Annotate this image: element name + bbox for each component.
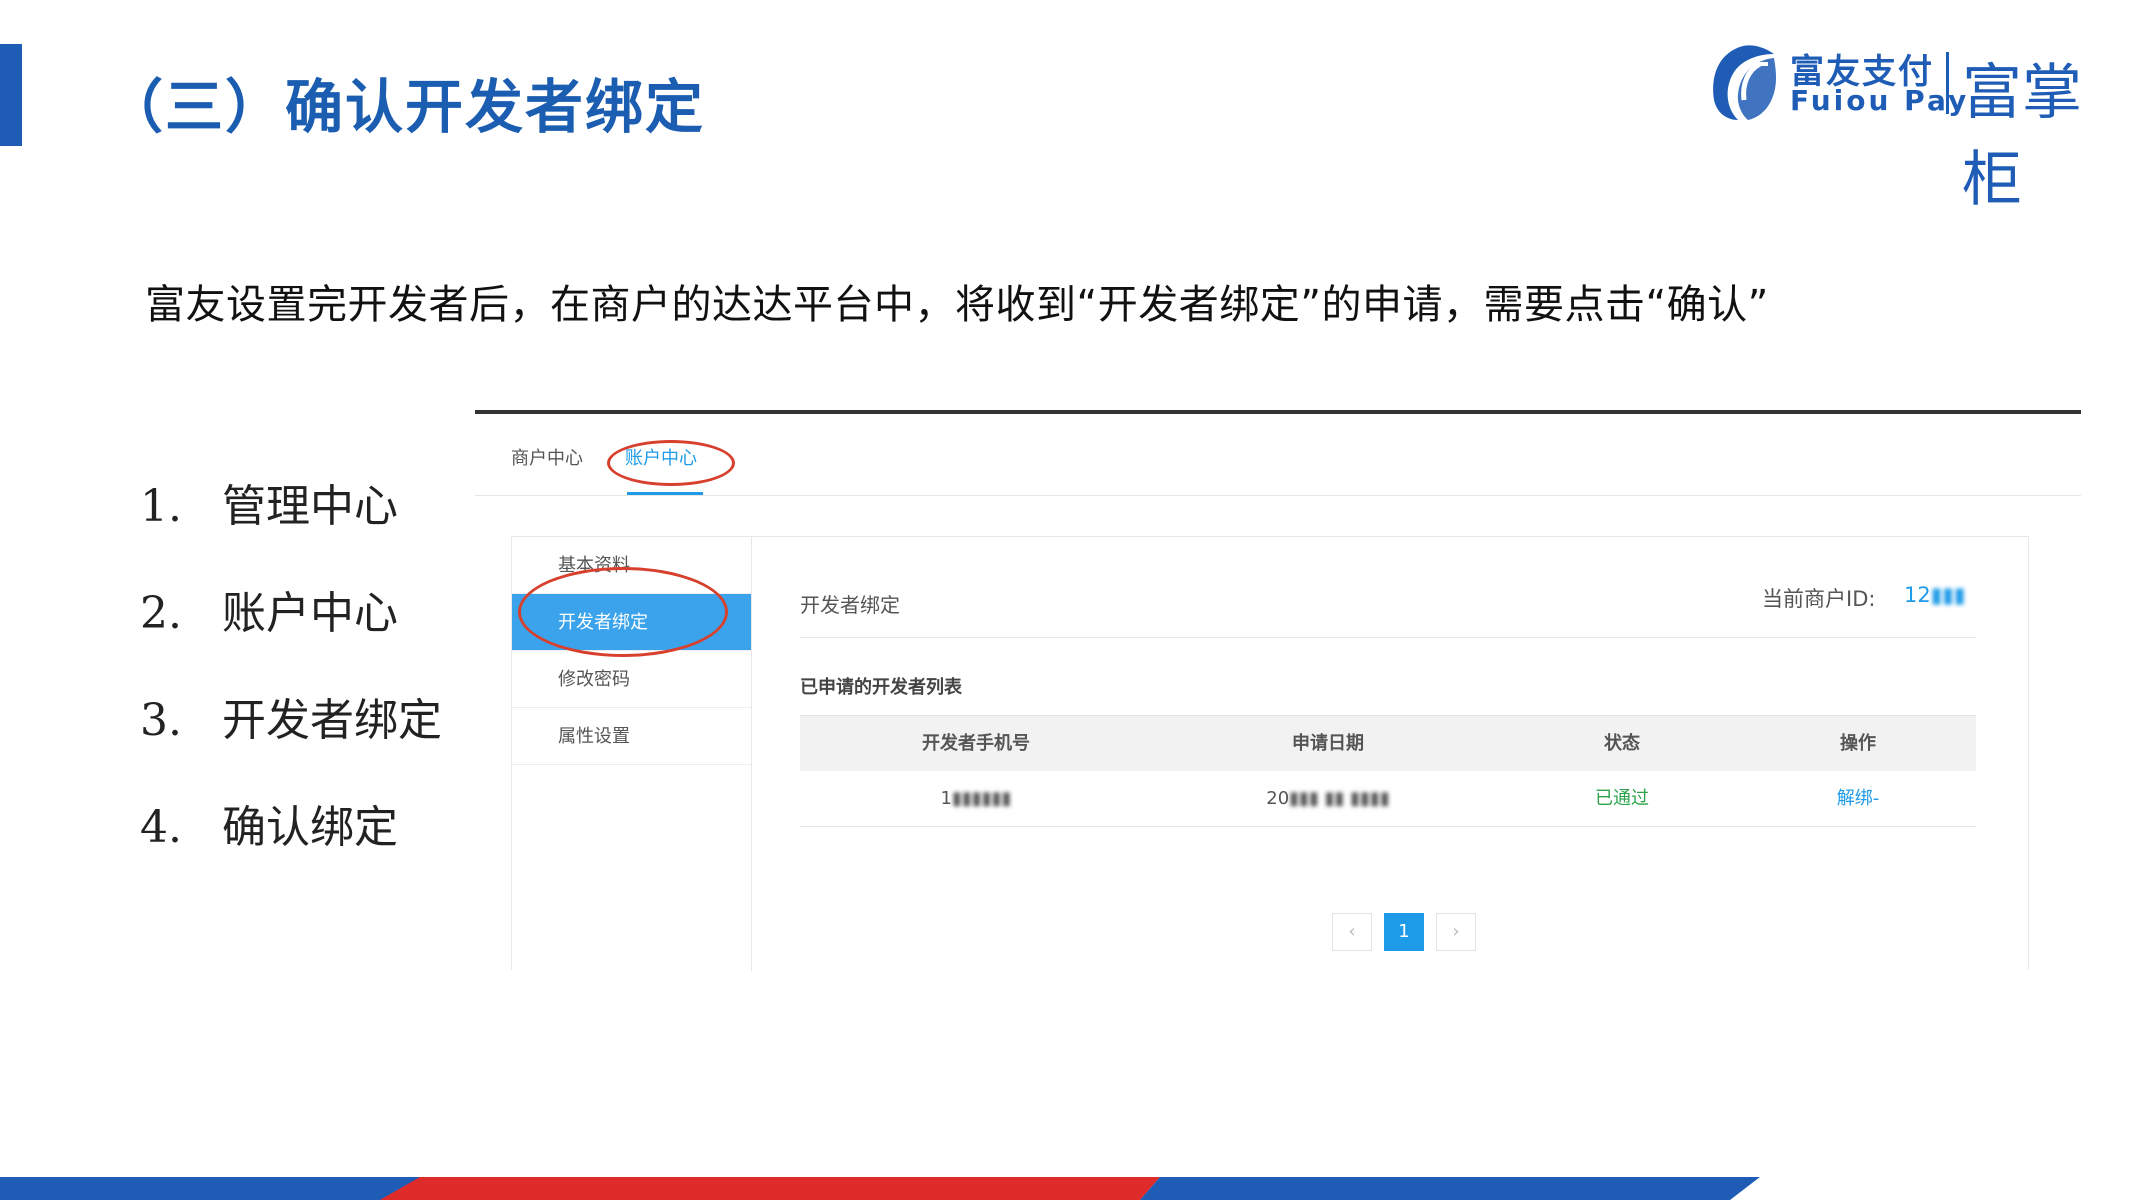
header-action: 操作 (1840, 733, 1876, 754)
slide-title: （三）确认开发者绑定 (105, 73, 706, 141)
pager-page-current[interactable]: 1 (1384, 913, 1424, 951)
header-phone: 开发者手机号 (922, 733, 1030, 754)
step-item: 3. 开发者绑定 (140, 684, 442, 791)
step-item: 1. 管理中心 (140, 470, 442, 577)
date-text: 20 (1266, 788, 1290, 809)
developer-list-title: 已申请的开发者列表 (800, 677, 962, 698)
fuiou-logo-icon (1713, 45, 1776, 120)
logo-sub-brand: 富掌柜 (1962, 58, 2082, 215)
step-number: 1. (140, 481, 182, 532)
header-date: 申请日期 (1292, 733, 1364, 754)
side-menu: 基本资料 开发者绑定 修改密码 属性设置 (512, 537, 752, 971)
cell-date: 20▮▮▮ ▮▮ ▮▮▮▮ (1152, 771, 1504, 827)
content-area: 开发者绑定 当前商户ID: 12▮▮▮ 已申请的开发者列表 开发者手机号 申请日… (752, 537, 2030, 971)
merchant-id-value: 12▮▮▮ (1904, 583, 1965, 607)
step-number: 3. (140, 695, 182, 746)
embedded-ui-screenshot: 商户中心 账户中心 基本资料 开发者绑定 修改密码 属性设置 开发者绑定 当前商… (475, 410, 2081, 971)
merchant-id-text: 12 (1904, 583, 1931, 607)
highlight-circle-developer (518, 567, 728, 657)
table-header: 开发者手机号 申请日期 状态 操作 (800, 715, 1976, 771)
unbind-link[interactable]: 解绑- (1740, 771, 1976, 827)
step-number: 2. (140, 588, 182, 639)
logo-divider (1946, 52, 1949, 114)
step-number: 4. (140, 802, 182, 853)
redacted-mark: ▮▮▮ ▮▮ ▮▮▮▮ (1289, 788, 1390, 809)
cell-status: 已通过 (1595, 788, 1649, 809)
menu-item-change-password[interactable]: 修改密码 (512, 651, 751, 708)
step-label: 开发者绑定 (222, 695, 442, 746)
step-label: 管理中心 (222, 481, 398, 532)
menu-item-property-settings[interactable]: 属性设置 (512, 708, 751, 765)
content-divider (800, 637, 1976, 638)
nav-active-underline (627, 492, 703, 495)
cell-phone: 1▮▮▮▮▮▮ (800, 771, 1152, 827)
content-title: 开发者绑定 (800, 593, 900, 617)
footer-stripe (0, 1177, 1760, 1200)
highlight-circle-account (607, 440, 735, 486)
intro-text: 富友设置完开发者后，在商户的达达平台中，将收到“开发者绑定”的申请，需要点击“确… (145, 282, 1769, 328)
top-nav: 商户中心 账户中心 (475, 414, 2081, 496)
account-panel: 基本资料 开发者绑定 修改密码 属性设置 开发者绑定 当前商户ID: 12▮▮▮… (511, 536, 2030, 971)
step-label: 确认绑定 (222, 802, 398, 853)
redacted-mark: ▮▮▮ (1930, 583, 1966, 607)
title-accent-bar (0, 44, 22, 146)
brand-logo: 富友支付 Fuiou Pay 富掌柜 (1708, 42, 2118, 215)
logo-name-en: Fuiou Pay (1790, 84, 1970, 117)
step-label: 账户中心 (222, 588, 398, 639)
step-item: 4. 确认绑定 (140, 791, 442, 898)
step-list: 1. 管理中心 2. 账户中心 3. 开发者绑定 4. 确认绑定 (140, 470, 442, 898)
nav-merchant-center[interactable]: 商户中心 (511, 444, 583, 470)
slide: （三）确认开发者绑定 富友支付 Fuiou Pay 富掌柜 富友设置完开发者后，… (0, 0, 2134, 1200)
header-status: 状态 (1604, 733, 1640, 754)
developer-table: 开发者手机号 申请日期 状态 操作 1▮▮▮▮▮▮ 20▮▮▮ ▮▮ ▮▮▮▮ … (800, 715, 1976, 827)
pager-next-button[interactable]: › (1436, 913, 1476, 951)
redacted-mark: ▮▮▮▮▮▮ (952, 788, 1012, 809)
table-row: 1▮▮▮▮▮▮ 20▮▮▮ ▮▮ ▮▮▮▮ 已通过 解绑- (800, 771, 1976, 827)
phone-text: 1 (940, 788, 952, 809)
step-item: 2. 账户中心 (140, 577, 442, 684)
merchant-id-label: 当前商户ID: (1762, 587, 1876, 611)
pager-prev-button[interactable]: ‹ (1332, 913, 1372, 951)
